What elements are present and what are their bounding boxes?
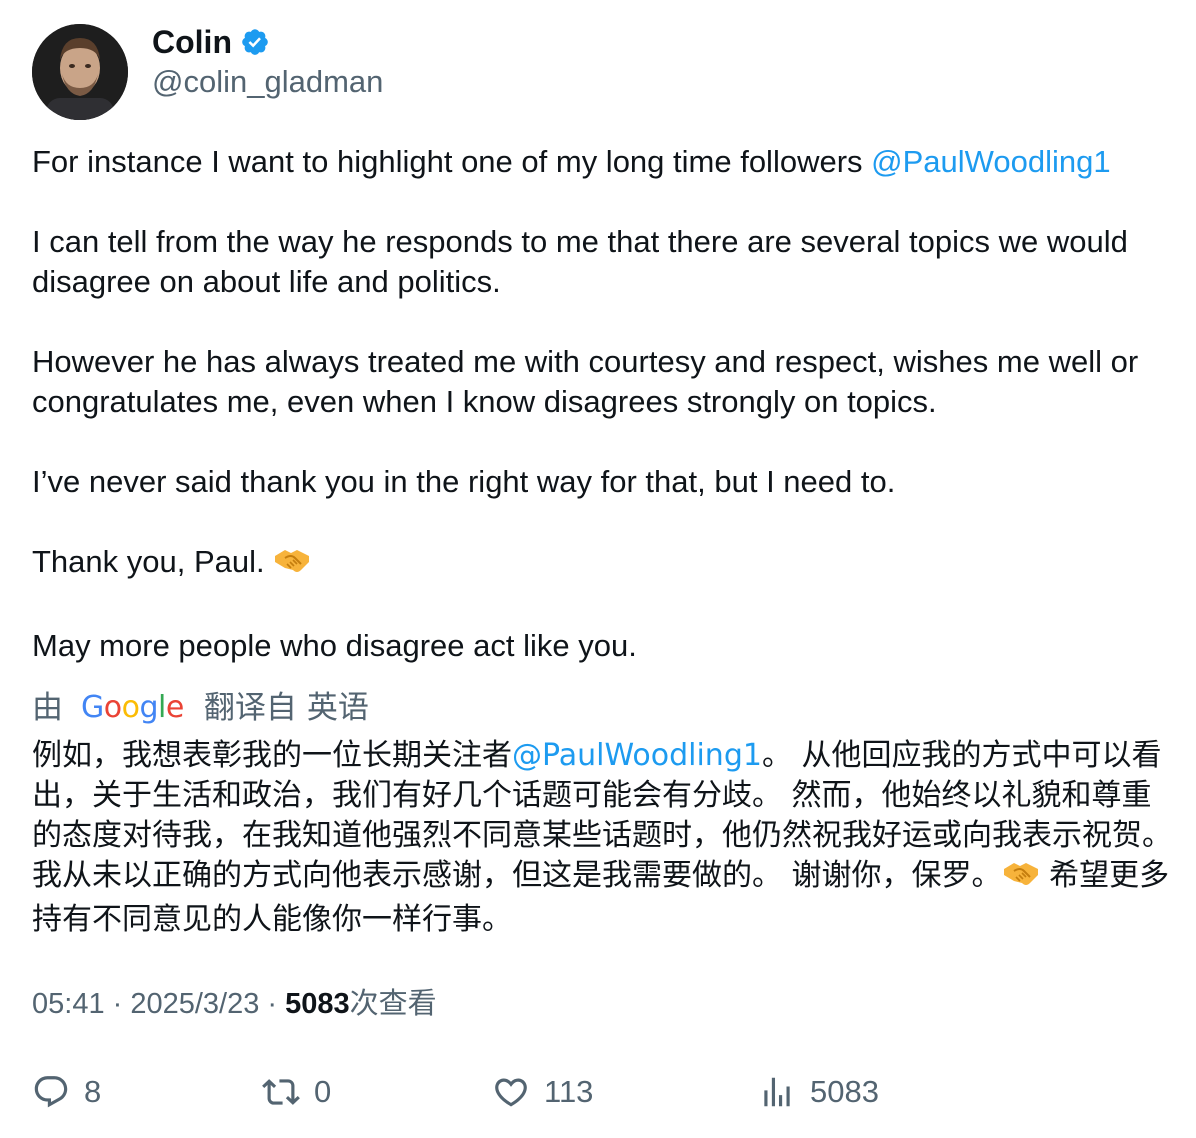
tweet-paragraph-5: Thank you, Paul.	[32, 542, 1172, 586]
retweet-count: 0	[314, 1074, 332, 1109]
reply-icon	[34, 1076, 68, 1108]
mention-link[interactable]: @PaulWoodling1	[871, 144, 1110, 179]
verified-badge-icon	[240, 27, 270, 57]
translation-segment: 例如，我想表彰我的一位长期关注者	[32, 738, 512, 773]
tweet-meta: 05:41 · 2025/3/23 · 5083次查看	[32, 984, 437, 1024]
views-button[interactable]: 5083	[758, 1068, 879, 1116]
tweet-paragraph-1: For instance I want to highlight one of …	[32, 142, 1172, 182]
views-action-count: 5083	[810, 1074, 879, 1109]
translated-text: 例如，我想表彰我的一位长期关注者@PaulWoodling1。 从他回应我的方式…	[32, 736, 1172, 940]
tweet-paragraph-4: I’ve never said thank you in the right w…	[32, 464, 896, 499]
like-count: 113	[544, 1074, 594, 1109]
handshake-emoji-icon	[1002, 859, 1040, 900]
avatar[interactable]	[32, 24, 128, 120]
meta-separator: ·	[259, 988, 286, 1020]
user-handle[interactable]: @colin_gladman	[152, 62, 383, 102]
handshake-emoji-icon	[273, 546, 311, 586]
like-button[interactable]: 113	[492, 1068, 593, 1116]
tweet-paragraph-6: May more people who disagree act like yo…	[32, 628, 637, 663]
translated-from-label: 翻译自	[203, 690, 297, 725]
translated-by-prefix: 由	[32, 690, 63, 725]
google-logo-icon: Google	[81, 690, 184, 725]
heart-icon	[495, 1078, 527, 1107]
views-count: 5083	[285, 988, 350, 1020]
display-name[interactable]: Colin	[152, 22, 232, 62]
tweet-time[interactable]: 05:41	[32, 988, 105, 1020]
action-bar: 8 0 113 5083	[0, 1068, 1196, 1116]
tweet-text: For instance I want to highlight one of …	[32, 142, 1172, 666]
meta-separator: ·	[104, 988, 131, 1020]
tweet-paragraph-3: However he has always treated me with co…	[32, 344, 1139, 419]
reply-button[interactable]: 8	[32, 1068, 101, 1116]
tweet-date[interactable]: 2025/3/23	[130, 988, 259, 1020]
retweet-icon	[262, 1079, 300, 1105]
avatar-photo	[32, 24, 128, 120]
views-label: 次查看	[349, 988, 437, 1020]
tweet-text-segment: Thank you, Paul.	[32, 544, 274, 579]
analytics-icon	[764, 1077, 790, 1107]
reply-count: 8	[84, 1074, 102, 1109]
tweet-text-segment: For instance I want to highlight one of …	[32, 144, 872, 179]
translated-by-bar[interactable]: 由 Google 翻译自 英语	[32, 688, 369, 728]
tweet-paragraph-2: I can tell from the way he responds to m…	[32, 224, 1128, 299]
retweet-button[interactable]: 0	[262, 1068, 331, 1116]
mention-link[interactable]: @PaulWoodling1	[512, 738, 762, 773]
source-language: 英语	[306, 690, 369, 725]
